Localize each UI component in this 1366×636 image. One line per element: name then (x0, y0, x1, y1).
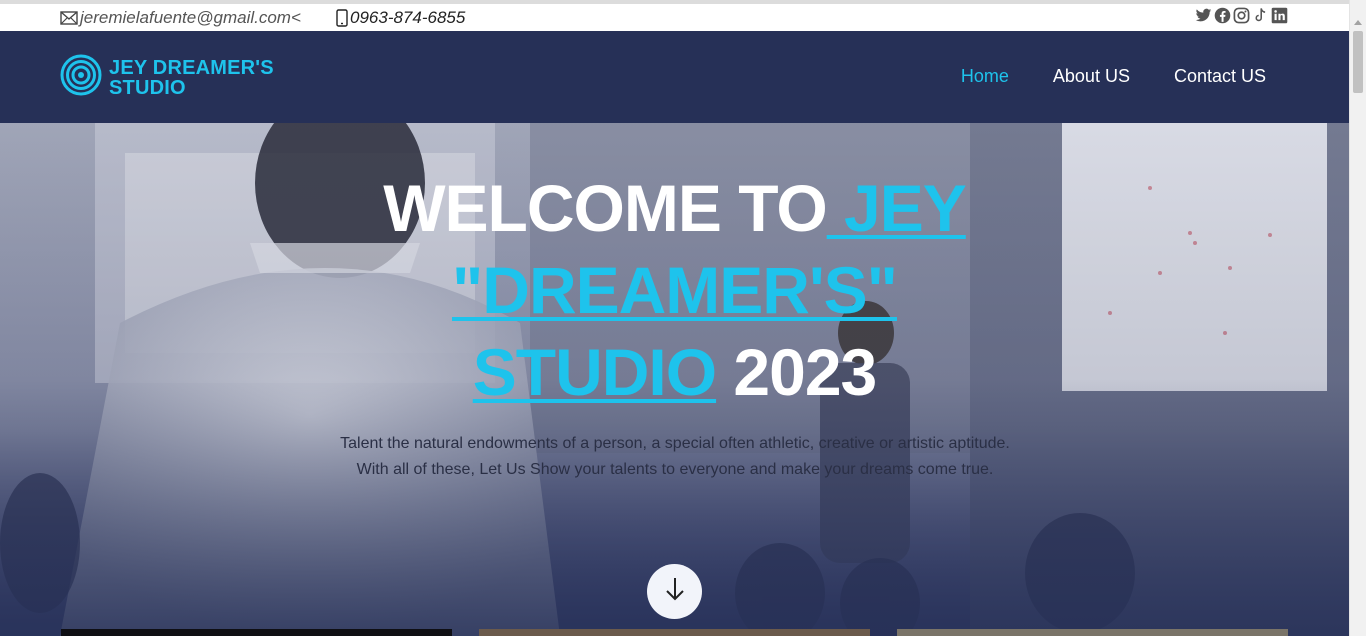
tiktok-icon[interactable] (1252, 7, 1269, 24)
preview-card-2[interactable] (479, 629, 870, 636)
hero-description: Talent the natural endowments of a perso… (340, 435, 1010, 478)
hero-title-studio: STUDIO (472, 335, 717, 409)
hero-section: WELCOME TO JEY "DREAMER'S" STUDIO 2023 T… (0, 123, 1349, 636)
preview-cards (0, 629, 1349, 636)
email-contact[interactable]: jeremielafuente@gmail.com< (60, 8, 301, 28)
mail-icon (60, 11, 78, 25)
phone-contact[interactable]: 0963-874-6855 (336, 8, 465, 28)
page: jeremielafuente@gmail.com< 0963-874-6855 (0, 0, 1366, 636)
hero-title: WELCOME TO JEY "DREAMER'S" STUDIO 2023 (0, 167, 1349, 413)
hero-title-year: 2023 (716, 335, 877, 409)
contact-bar: jeremielafuente@gmail.com< 0963-874-6855 (0, 0, 1349, 31)
scrollbar-thumb[interactable] (1353, 31, 1363, 93)
social-links (1195, 7, 1288, 24)
brand-logo[interactable]: JEY DREAMER'S STUDIO (60, 54, 274, 101)
nav-home[interactable]: Home (961, 66, 1009, 87)
hero-title-welcome: WELCOME TO (383, 171, 827, 245)
brand-name-line1: JEY DREAMER'S (109, 56, 274, 79)
hero-title-dreamers: "DREAMER'S" (452, 253, 898, 327)
twitter-icon[interactable] (1195, 7, 1212, 24)
scroll-down-button[interactable] (647, 564, 702, 619)
arrow-down-icon (664, 576, 686, 607)
main-nav: Home About US Contact US (961, 66, 1266, 87)
brand-name: JEY DREAMER'S STUDIO (109, 58, 274, 98)
hero-title-jey: JEY (826, 171, 967, 245)
instagram-icon[interactable] (1233, 7, 1250, 24)
preview-card-3[interactable] (897, 629, 1288, 636)
target-logo-icon (60, 54, 102, 101)
page-scrollbar[interactable] (1349, 0, 1366, 636)
nav-about-us[interactable]: About US (1053, 66, 1130, 87)
nav-contact-us[interactable]: Contact US (1174, 66, 1266, 87)
phone-icon (336, 9, 348, 27)
phone-text: 0963-874-6855 (350, 8, 466, 27)
brand-name-line2: STUDIO (109, 76, 186, 99)
scroll-up-arrow-icon[interactable] (1354, 20, 1362, 25)
facebook-icon[interactable] (1214, 7, 1231, 24)
navbar: JEY DREAMER'S STUDIO Home About US Conta… (0, 31, 1349, 123)
linkedin-icon[interactable] (1271, 7, 1288, 24)
email-text: jeremielafuente@gmail.com< (80, 8, 301, 27)
preview-card-1[interactable] (61, 629, 452, 636)
